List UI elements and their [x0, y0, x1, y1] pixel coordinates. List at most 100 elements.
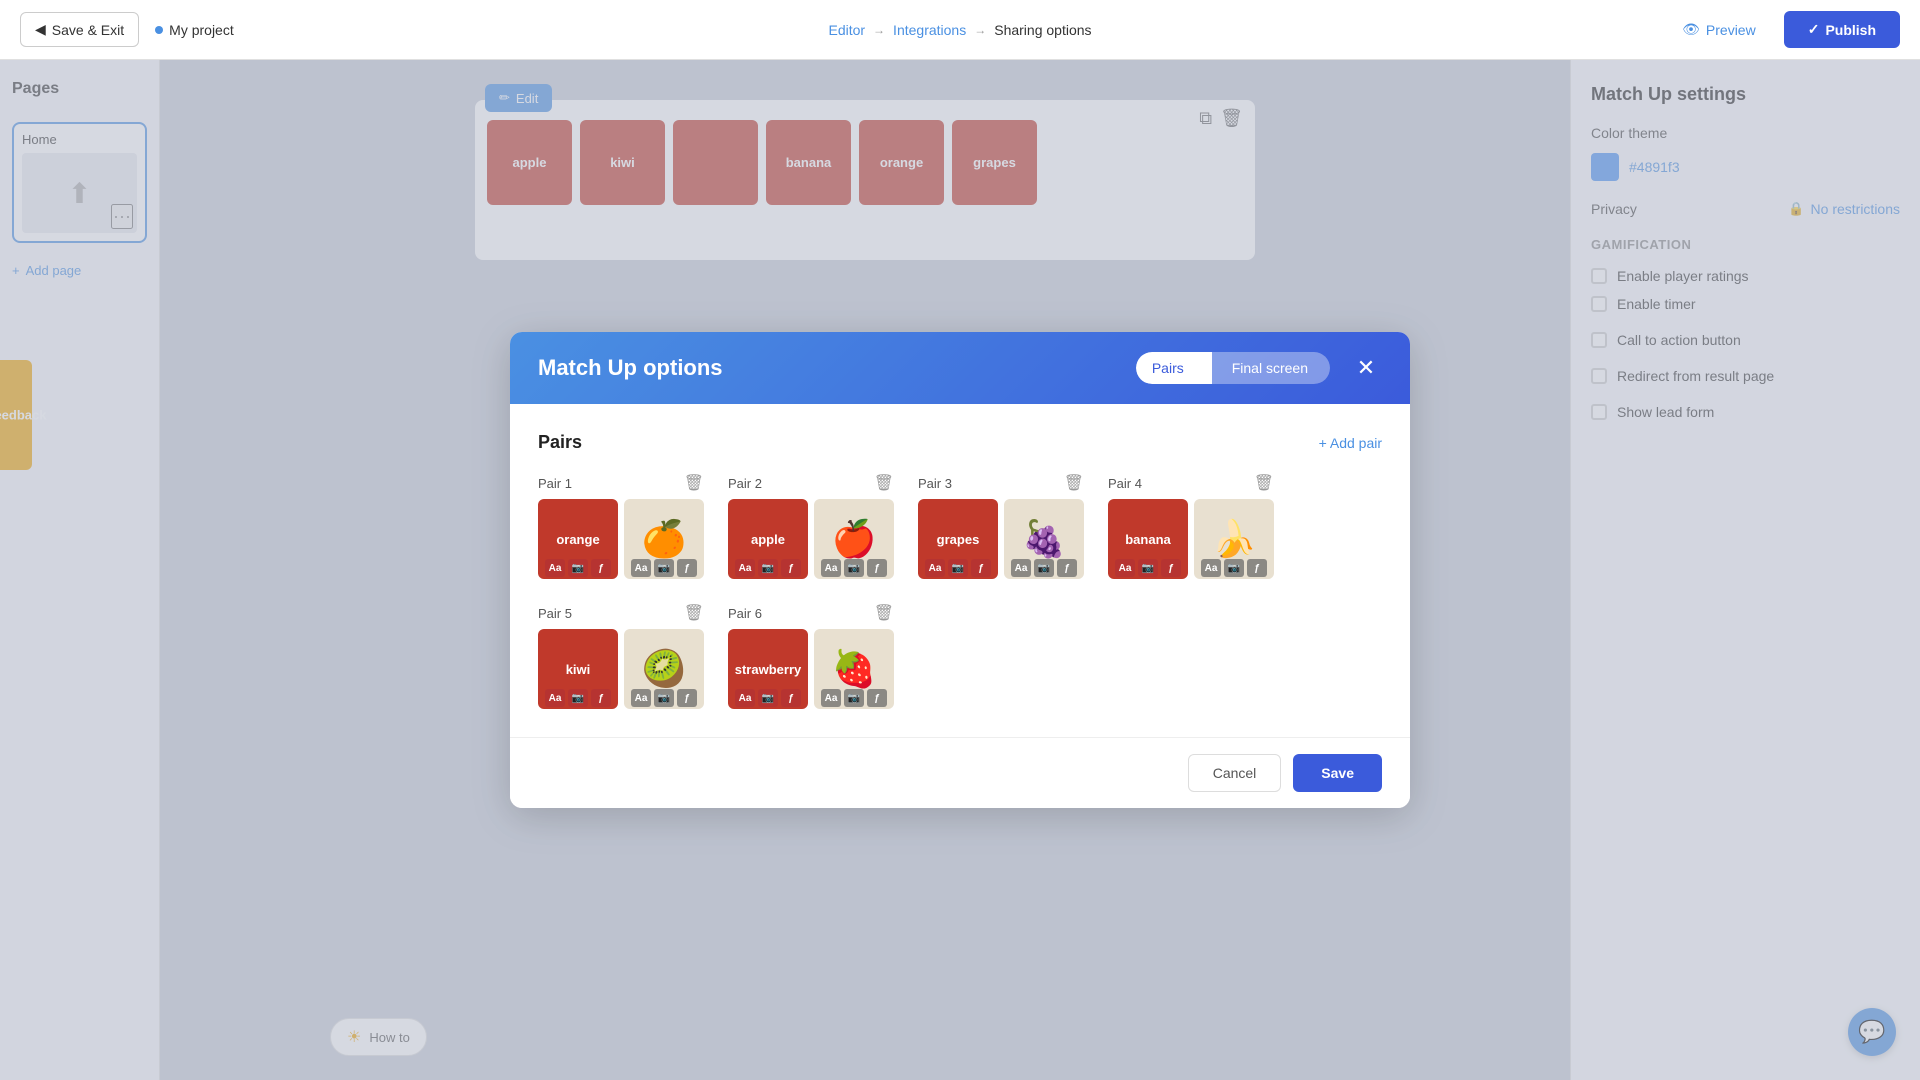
fx-ctrl-img[interactable]: ƒ [677, 689, 697, 707]
preview-label: Preview [1706, 22, 1756, 38]
pair-5-emoji: 🥝 [642, 648, 687, 690]
pair-1-cards: orange Aa 📷 ƒ 🍊 Aa 📷 [538, 499, 704, 579]
tab-pairs-label: Pairs [1152, 360, 1184, 376]
image-ctrl[interactable]: 📷 [758, 559, 778, 577]
fx-ctrl[interactable]: ƒ [781, 559, 801, 577]
fx-ctrl-img[interactable]: ƒ [677, 559, 697, 577]
tab-final-screen[interactable]: Final screen [1212, 352, 1330, 384]
image-ctrl-img[interactable]: 📷 [1034, 559, 1054, 577]
image-ctrl[interactable]: 📷 [948, 559, 968, 577]
text-ctrl-img[interactable]: Aa [1011, 559, 1031, 577]
integrations-link[interactable]: Integrations [893, 22, 966, 38]
modal-footer: Cancel Save [510, 737, 1410, 808]
image-ctrl-img[interactable]: 📷 [654, 689, 674, 707]
pair-group-5: Pair 5 🗑 kiwi Aa 📷 ƒ [538, 603, 704, 709]
back-arrow-icon: ◀ [35, 21, 46, 38]
top-navigation: ◀ Save & Exit My project Editor → Integr… [0, 0, 1920, 60]
image-ctrl-img[interactable]: 📷 [844, 559, 864, 577]
fx-ctrl[interactable]: ƒ [591, 689, 611, 707]
text-ctrl-img[interactable]: Aa [821, 559, 841, 577]
project-dot-icon [155, 26, 163, 34]
pair-1-text-controls: Aa 📷 ƒ [538, 559, 618, 577]
pair-3-controls: Aa 📷 ƒ [918, 559, 998, 577]
pair-4-delete-button[interactable]: 🗑 [1254, 473, 1274, 493]
pair-1-emoji: 🍊 [642, 518, 687, 560]
pair-1-delete-button[interactable]: 🗑 [684, 473, 704, 493]
modal-close-button[interactable]: ✕ [1350, 352, 1382, 384]
pair-6-img-controls: Aa 📷 ƒ [814, 689, 894, 707]
fx-ctrl[interactable]: ƒ [591, 559, 611, 577]
pair-1-label: Pair 1 [538, 476, 572, 491]
text-ctrl[interactable]: Aa [925, 559, 945, 577]
pair-6-cards: strawberry Aa 📷 ƒ 🍓 Aa 📷 [728, 629, 894, 709]
pair-1-image-card: 🍊 Aa 📷 ƒ [624, 499, 704, 579]
text-ctrl[interactable]: Aa [545, 689, 565, 707]
pair-2-controls: Aa 📷 ƒ [728, 559, 808, 577]
fx-ctrl[interactable]: ƒ [1161, 559, 1181, 577]
pair-2-delete-button[interactable]: 🗑 [874, 473, 894, 493]
fx-ctrl[interactable]: ƒ [971, 559, 991, 577]
pair-3-label: Pair 3 [918, 476, 952, 491]
text-ctrl[interactable]: Aa [735, 559, 755, 577]
cancel-button[interactable]: Cancel [1188, 754, 1282, 792]
pair-4-img-controls: Aa 📷 ƒ [1194, 559, 1274, 577]
pair-6-image-card: 🍓 Aa 📷 ƒ [814, 629, 894, 709]
pair-6-label: Pair 6 [728, 606, 762, 621]
text-ctrl-img[interactable]: Aa [631, 559, 651, 577]
image-ctrl-img[interactable]: 📷 [654, 559, 674, 577]
pair-6-delete-button[interactable]: 🗑 [874, 603, 894, 623]
pair-4-text: banana [1121, 528, 1175, 551]
publish-label: Publish [1825, 22, 1876, 38]
editor-link[interactable]: Editor [828, 22, 865, 38]
fx-ctrl[interactable]: ƒ [781, 689, 801, 707]
fx-ctrl-img[interactable]: ƒ [867, 689, 887, 707]
nav-arrow-2: → [974, 23, 986, 37]
modal-body: Pairs + Add pair Pair 1 🗑 orange Aa [510, 404, 1410, 737]
pair-5-cards: kiwi Aa 📷 ƒ 🥝 Aa 📷 [538, 629, 704, 709]
pair-5-delete-button[interactable]: 🗑 [684, 603, 704, 623]
pair-5-label-row: Pair 5 🗑 [538, 603, 704, 623]
text-ctrl[interactable]: Aa [735, 689, 755, 707]
pair-group-6: Pair 6 🗑 strawberry Aa 📷 ƒ [728, 603, 894, 709]
pair-4-label: Pair 4 [1108, 476, 1142, 491]
pair-5-text: kiwi [562, 658, 595, 681]
text-ctrl[interactable]: Aa [545, 559, 565, 577]
pair-5-img-controls: Aa 📷 ƒ [624, 689, 704, 707]
pairs-grid: Pair 1 🗑 orange Aa 📷 ƒ [538, 473, 1382, 709]
modal-overlay: Match Up options Pairs Final screen ✕ Pa… [0, 60, 1920, 1080]
image-ctrl[interactable]: 📷 [1138, 559, 1158, 577]
pair-4-emoji: 🍌 [1212, 518, 1257, 560]
image-ctrl-img[interactable]: 📷 [844, 689, 864, 707]
save-exit-label: Save & Exit [52, 22, 124, 38]
fx-ctrl-img[interactable]: ƒ [1247, 559, 1267, 577]
pair-3-delete-button[interactable]: 🗑 [1064, 473, 1084, 493]
image-ctrl[interactable]: 📷 [568, 559, 588, 577]
add-pair-button[interactable]: + Add pair [1319, 435, 1382, 451]
publish-button[interactable]: ✓ Publish [1784, 11, 1900, 48]
image-ctrl[interactable]: 📷 [758, 689, 778, 707]
text-ctrl-img[interactable]: Aa [631, 689, 651, 707]
pair-2-label: Pair 2 [728, 476, 762, 491]
save-button[interactable]: Save [1293, 754, 1382, 792]
pair-3-image-card: 🍇 Aa 📷 ƒ [1004, 499, 1084, 579]
image-ctrl-img[interactable]: 📷 [1224, 559, 1244, 577]
tab-pairs[interactable]: Pairs [1136, 352, 1212, 384]
match-up-modal: Match Up options Pairs Final screen ✕ Pa… [510, 332, 1410, 808]
fx-ctrl-img[interactable]: ƒ [1057, 559, 1077, 577]
save-exit-button[interactable]: ◀ Save & Exit [20, 12, 139, 47]
check-icon: ✓ [1808, 21, 1820, 38]
text-ctrl-img[interactable]: Aa [1201, 559, 1221, 577]
pair-5-text-card: kiwi Aa 📷 ƒ [538, 629, 618, 709]
pair-3-label-row: Pair 3 🗑 [918, 473, 1084, 493]
image-ctrl[interactable]: 📷 [568, 689, 588, 707]
preview-button[interactable]: 👁 Preview [1666, 13, 1772, 46]
nav-left: ◀ Save & Exit My project [20, 12, 234, 47]
modal-title: Match Up options [538, 355, 1116, 381]
text-ctrl[interactable]: Aa [1115, 559, 1135, 577]
pair-6-controls: Aa 📷 ƒ [728, 689, 808, 707]
text-ctrl-img[interactable]: Aa [821, 689, 841, 707]
fx-ctrl-img[interactable]: ƒ [867, 559, 887, 577]
sharing-link[interactable]: Sharing options [994, 22, 1091, 38]
pair-3-text-card: grapes Aa 📷 ƒ [918, 499, 998, 579]
pair-1-text: orange [552, 528, 603, 551]
